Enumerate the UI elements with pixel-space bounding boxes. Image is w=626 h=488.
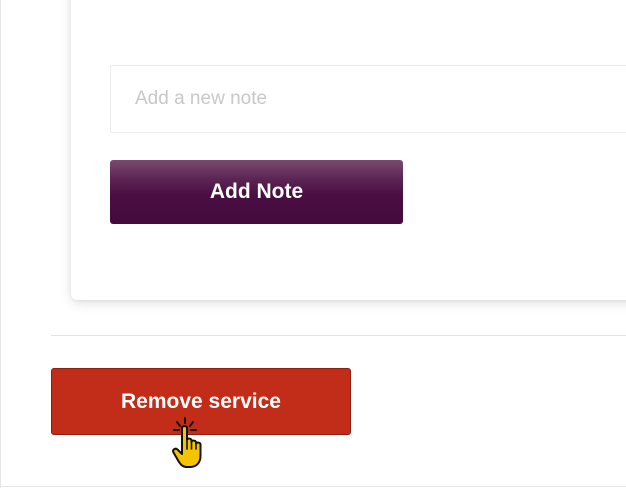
section-divider: [51, 335, 626, 336]
notes-card: [71, 0, 626, 300]
new-note-input[interactable]: [110, 65, 626, 133]
bottom-border: [0, 486, 626, 487]
page: Add Note Remove service: [0, 0, 626, 488]
left-border: [0, 0, 1, 488]
add-note-button[interactable]: Add Note: [110, 160, 403, 224]
remove-service-button[interactable]: Remove service: [51, 368, 351, 435]
